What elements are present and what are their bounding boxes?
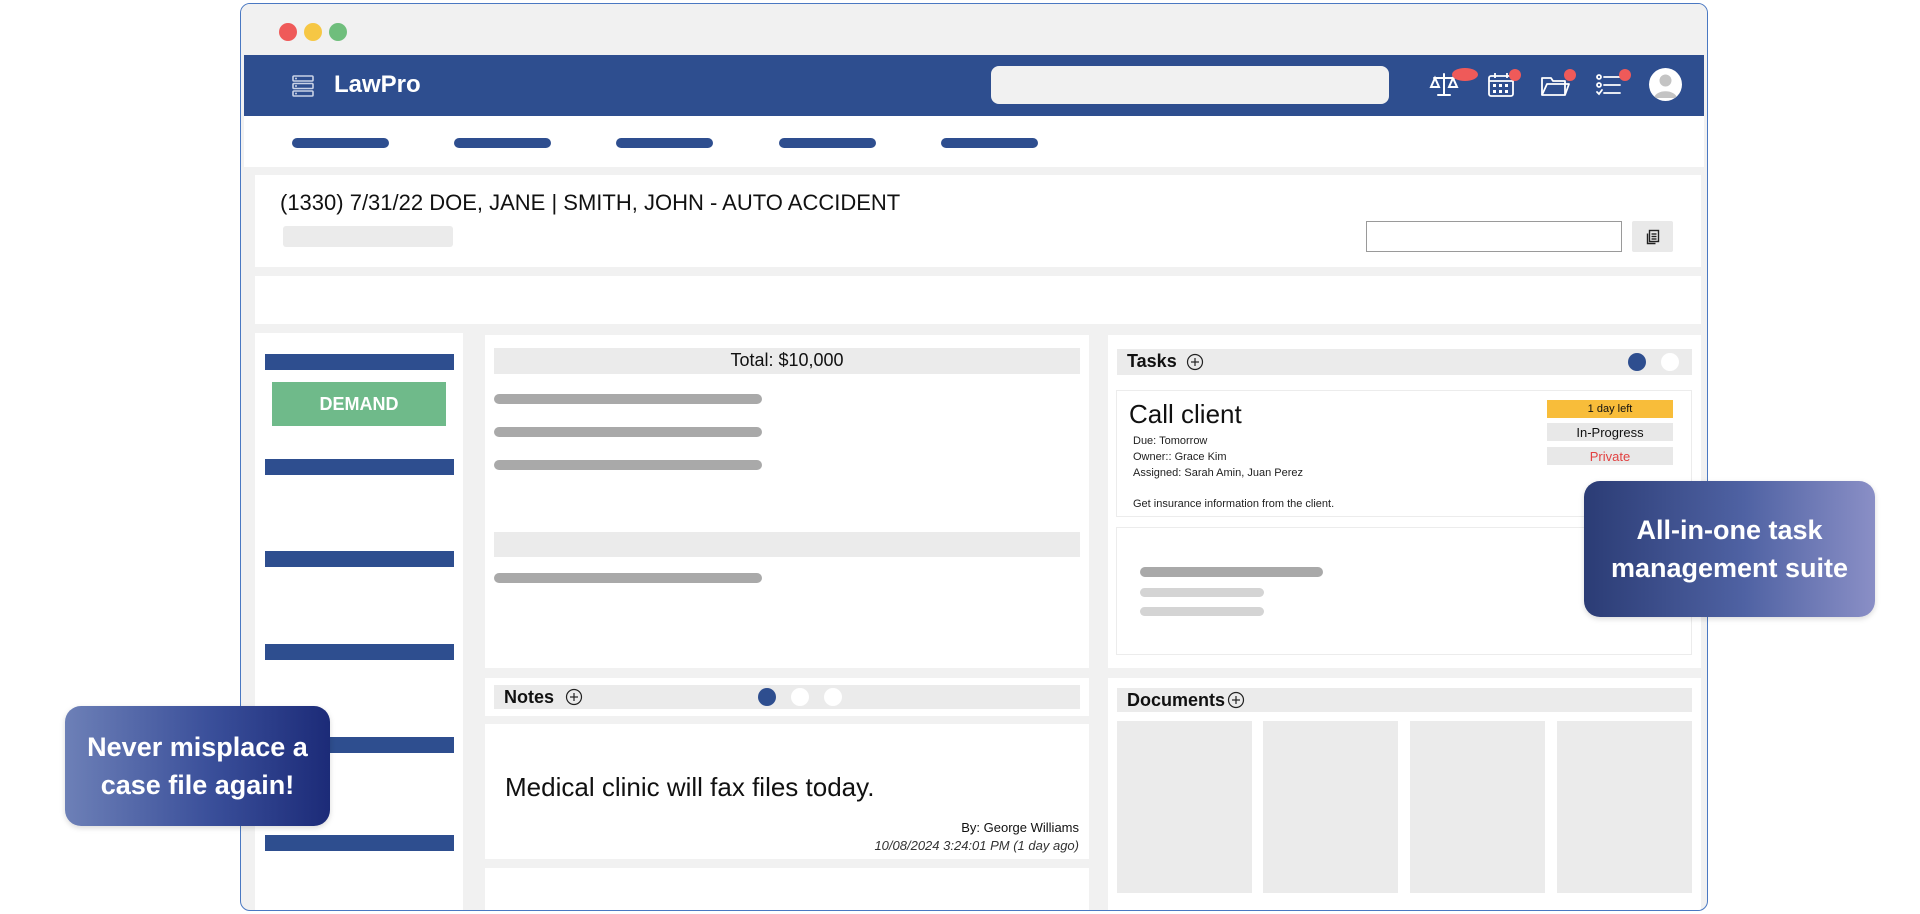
case-subtitle-placeholder xyxy=(283,226,453,247)
placeholder-line xyxy=(1140,567,1323,577)
nav-item-5[interactable] xyxy=(941,138,1038,148)
window-titlebar xyxy=(241,4,1707,54)
window-maximize-button[interactable] xyxy=(329,23,347,41)
sidebar-item-4[interactable] xyxy=(265,644,454,660)
placeholder-bar xyxy=(494,532,1080,557)
task-due: Due: Tomorrow xyxy=(1133,435,1208,447)
notes-header-panel: Notes xyxy=(485,678,1089,716)
notes-pager-dot-1[interactable] xyxy=(758,688,776,706)
server-stack-icon xyxy=(292,75,314,97)
copy-icon xyxy=(1646,229,1659,244)
screen: LawPro (1330) 7/31/22 DOE, JANE | SMITH,… xyxy=(0,0,1920,914)
note-card[interactable]: Medical clinic will fax files today. By:… xyxy=(485,724,1089,859)
add-document-plus-icon[interactable] xyxy=(1227,691,1245,709)
task-title: Call client xyxy=(1129,399,1242,429)
placeholder-line xyxy=(494,394,762,404)
add-note-plus-icon[interactable] xyxy=(565,688,583,706)
toolbar-strip xyxy=(255,276,1701,324)
task-suite-callout-text: All-in-one task management suite xyxy=(1610,515,1849,583)
notes-title: Notes xyxy=(504,687,555,707)
calendar-notification-badge xyxy=(1509,69,1521,81)
note-date: 10/08/2024 3:24:01 PM (1 day ago) xyxy=(874,838,1079,853)
add-task-plus-icon[interactable] xyxy=(1186,353,1204,371)
nav-item-3[interactable] xyxy=(616,138,713,148)
task-suite-callout: All-in-one task management suite xyxy=(1584,481,1875,617)
financials-panel: Total: $10,000 xyxy=(485,335,1089,668)
user-avatar-icon[interactable] xyxy=(1649,68,1682,101)
task-status-badge: In-Progress xyxy=(1547,423,1673,441)
case-title: (1330) 7/31/22 DOE, JANE | SMITH, JOHN -… xyxy=(280,190,901,215)
note-card-placeholder[interactable] xyxy=(485,868,1089,910)
total-amount: Total: $10,000 xyxy=(730,350,844,370)
document-thumbnail[interactable] xyxy=(1557,721,1692,893)
documents-panel: Documents xyxy=(1108,678,1701,910)
search-input[interactable] xyxy=(991,66,1389,104)
case-file-callout-text: Never misplace a case file again! xyxy=(87,732,308,800)
sidebar-item-2[interactable] xyxy=(265,459,454,475)
placeholder-line xyxy=(494,573,762,583)
app-header: LawPro xyxy=(244,55,1704,116)
scales-notification-badge xyxy=(1452,68,1478,81)
app-logo-text: LawPro xyxy=(334,71,421,98)
task-time-left-badge: 1 day left xyxy=(1547,400,1673,418)
copy-button[interactable] xyxy=(1632,221,1673,252)
window-minimize-button[interactable] xyxy=(304,23,322,41)
placeholder-line xyxy=(494,427,762,437)
financials-header: Total: $10,000 xyxy=(494,348,1080,374)
sidebar-item-3[interactable] xyxy=(265,551,454,567)
task-visibility-badge: Private xyxy=(1547,447,1673,465)
note-author: By: George Williams xyxy=(961,820,1079,835)
document-thumbnail[interactable] xyxy=(1410,721,1545,893)
task-assigned: Assigned: Sarah Amin, Juan Perez xyxy=(1133,467,1303,479)
browser-window: LawPro (1330) 7/31/22 DOE, JANE | SMITH,… xyxy=(240,3,1708,911)
documents-title: Documents xyxy=(1127,690,1226,710)
folder-notification-badge xyxy=(1564,69,1576,81)
sidebar-item-6[interactable] xyxy=(265,835,454,851)
placeholder-line xyxy=(1140,588,1264,597)
task-owner: Owner:: Grace Kim xyxy=(1133,451,1227,463)
tasks-pager-dot-1[interactable] xyxy=(1628,353,1646,371)
nav-item-1[interactable] xyxy=(292,138,389,148)
demand-button[interactable]: DEMAND xyxy=(272,382,446,426)
case-file-callout: Never misplace a case file again! xyxy=(65,706,330,826)
notes-pager-dot-2[interactable] xyxy=(791,688,809,706)
case-text-field[interactable] xyxy=(1366,221,1622,252)
main-nav xyxy=(244,116,1704,167)
placeholder-line xyxy=(494,460,762,470)
document-thumbnail[interactable] xyxy=(1117,721,1252,893)
notes-header: Notes xyxy=(494,685,1080,709)
tasks-title: Tasks xyxy=(1127,351,1177,371)
case-header: (1330) 7/31/22 DOE, JANE | SMITH, JOHN -… xyxy=(255,175,1701,267)
notes-pager-dot-3[interactable] xyxy=(824,688,842,706)
documents-header: Documents xyxy=(1117,688,1692,712)
sidebar-item-1[interactable] xyxy=(265,354,454,370)
nav-item-2[interactable] xyxy=(454,138,551,148)
document-thumbnail[interactable] xyxy=(1263,721,1398,893)
task-description: Get insurance information from the clien… xyxy=(1133,498,1335,510)
note-text: Medical clinic will fax files today. xyxy=(505,772,875,802)
window-close-button[interactable] xyxy=(279,23,297,41)
nav-item-4[interactable] xyxy=(779,138,876,148)
placeholder-line xyxy=(1140,607,1264,616)
tasks-pager-dot-2[interactable] xyxy=(1661,353,1679,371)
task-list-notification-badge xyxy=(1619,69,1631,81)
tasks-header: Tasks xyxy=(1117,349,1692,375)
